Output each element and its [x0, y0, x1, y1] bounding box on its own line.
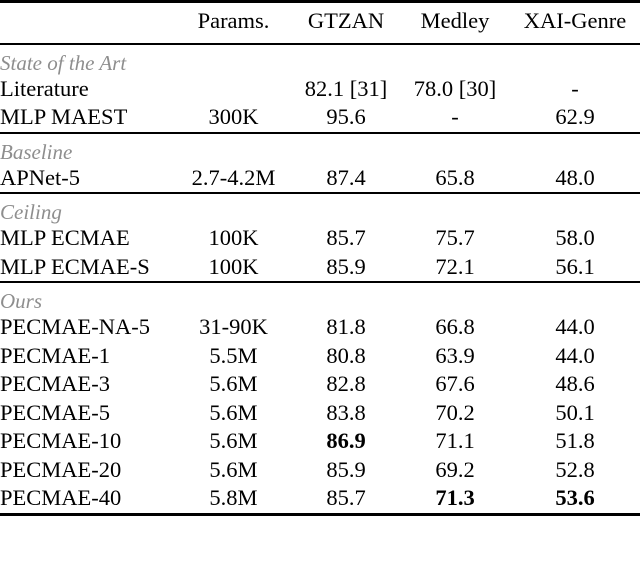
cell-gtzan: 82.1 [31]	[304, 75, 388, 101]
cell-gtzan: 95.6	[326, 104, 366, 129]
column-header-params: Params.	[197, 8, 270, 33]
cell-xai: 62.9	[555, 104, 595, 129]
cell-params: 5.5M	[209, 342, 258, 368]
cell-params: 100K	[208, 225, 259, 250]
row-label: PECMAE-1	[0, 342, 111, 368]
cell-xai: 50.1	[555, 399, 595, 425]
section-label: Ceiling	[0, 200, 62, 224]
cell-gtzan: 81.8	[326, 314, 366, 339]
cell-gtzan: 85.9	[326, 253, 366, 279]
row-label: MLP ECMAE-S	[0, 253, 150, 279]
cell-params: 5.6M	[209, 399, 258, 425]
section-header-baseline: Baseline	[0, 134, 640, 164]
row-label: PECMAE-NA-5	[0, 314, 150, 339]
table-row: MLP ECMAE-S 100K 85.9 72.1 56.1	[0, 253, 640, 283]
cell-params: 5.8M	[209, 485, 258, 510]
cell-medley: 75.7	[435, 225, 475, 250]
cell-gtzan: 85.7	[326, 225, 366, 250]
row-label: PECMAE-40	[0, 485, 122, 510]
section-header-ours: Ours	[0, 283, 640, 313]
cell-params: 5.6M	[209, 428, 258, 453]
table-row: PECMAE-5 5.6M 83.8 70.2 50.1	[0, 399, 640, 428]
column-header-xai: XAI-Genre	[523, 8, 627, 33]
cell-medley: 65.8	[435, 164, 475, 190]
section-header-ceiling: Ceiling	[0, 194, 640, 224]
cell-medley: 69.2	[435, 456, 475, 482]
cell-xai: -	[571, 75, 579, 101]
row-label: PECMAE-3	[0, 371, 111, 396]
table-row: MLP ECMAE 100K 85.7 75.7 58.0	[0, 224, 640, 253]
column-header-medley: Medley	[420, 8, 490, 33]
cell-gtzan: 83.8	[326, 399, 366, 425]
cell-params: 2.7-4.2M	[191, 164, 276, 190]
cell-gtzan: 85.9	[326, 456, 366, 482]
row-label: APNet-5	[0, 164, 80, 190]
cell-params: 100K	[208, 253, 259, 279]
cell-medley: 66.8	[435, 314, 475, 339]
cell-xai: 56.1	[555, 253, 595, 279]
cell-medley: 71.3	[435, 485, 475, 510]
section-label: State of the Art	[0, 50, 127, 75]
rule-line	[0, 512, 640, 517]
table-row: PECMAE-10 5.6M 86.9 71.1 51.8	[0, 427, 640, 456]
column-header-model	[0, 3, 175, 44]
table-row: PECMAE-40 5.8M 85.7 71.3 53.6	[0, 484, 640, 514]
cell-gtzan: 87.4	[326, 164, 366, 190]
cell-params	[175, 75, 292, 104]
cell-xai: 44.0	[555, 314, 595, 339]
cell-gtzan: 85.7	[326, 485, 366, 510]
row-label: PECMAE-10	[0, 428, 122, 453]
cell-params: 5.6M	[209, 456, 258, 482]
cell-params: 300K	[208, 104, 259, 129]
cell-medley: 71.1	[435, 428, 475, 453]
table-row: APNet-5 2.7-4.2M 87.4 65.8 48.0	[0, 164, 640, 194]
row-label: MLP ECMAE	[0, 225, 130, 250]
row-label: PECMAE-20	[0, 456, 122, 482]
row-label: PECMAE-5	[0, 399, 111, 425]
row-label: Literature	[0, 75, 89, 101]
cell-medley: 63.9	[435, 342, 475, 368]
cell-gtzan: 82.8	[326, 371, 366, 396]
section-label: Baseline	[0, 139, 73, 164]
table-header-row: Params. GTZAN Medley XAI-Genre	[0, 3, 640, 44]
cell-xai: 48.6	[555, 371, 595, 396]
cell-gtzan: 86.9	[326, 428, 366, 453]
cell-gtzan: 80.8	[326, 342, 366, 368]
cell-xai: 51.8	[555, 428, 595, 453]
table-row: PECMAE-3 5.6M 82.8 67.6 48.6	[0, 370, 640, 399]
cell-medley: 67.6	[435, 371, 475, 396]
cell-params: 5.6M	[209, 371, 258, 396]
cell-medley: 70.2	[435, 399, 475, 425]
column-header-gtzan: GTZAN	[307, 8, 385, 33]
results-table-body: Params. GTZAN Medley XAI-Genre State of the …	[0, 0, 640, 517]
table-bottom-rule	[0, 512, 640, 517]
cell-params: 31-90K	[199, 314, 268, 339]
cell-xai: 44.0	[555, 342, 595, 368]
table-row: PECMAE-20 5.6M 85.9 69.2 52.8	[0, 456, 640, 485]
cell-medley: 72.1	[435, 253, 475, 279]
table-row: PECMAE-NA-5 31-90K 81.8 66.8 44.0	[0, 313, 640, 342]
cell-xai: 53.6	[555, 485, 595, 510]
row-label: MLP MAEST	[0, 104, 128, 129]
cell-xai: 48.0	[555, 164, 595, 190]
cell-medley: 78.0 [30]	[413, 75, 497, 101]
cell-xai: 52.8	[555, 456, 595, 482]
cell-medley: -	[451, 104, 459, 129]
table-row: Literature 82.1 [31] 78.0 [30] -	[0, 75, 640, 104]
results-table: Params. GTZAN Medley XAI-Genre State of the …	[0, 0, 640, 517]
section-label: Ours	[0, 289, 43, 313]
table-row: MLP MAEST 300K 95.6 - 62.9	[0, 103, 640, 133]
table-row: PECMAE-1 5.5M 80.8 63.9 44.0	[0, 342, 640, 371]
cell-xai: 58.0	[555, 225, 595, 250]
section-header-state-of-the-art: State of the Art	[0, 45, 640, 75]
